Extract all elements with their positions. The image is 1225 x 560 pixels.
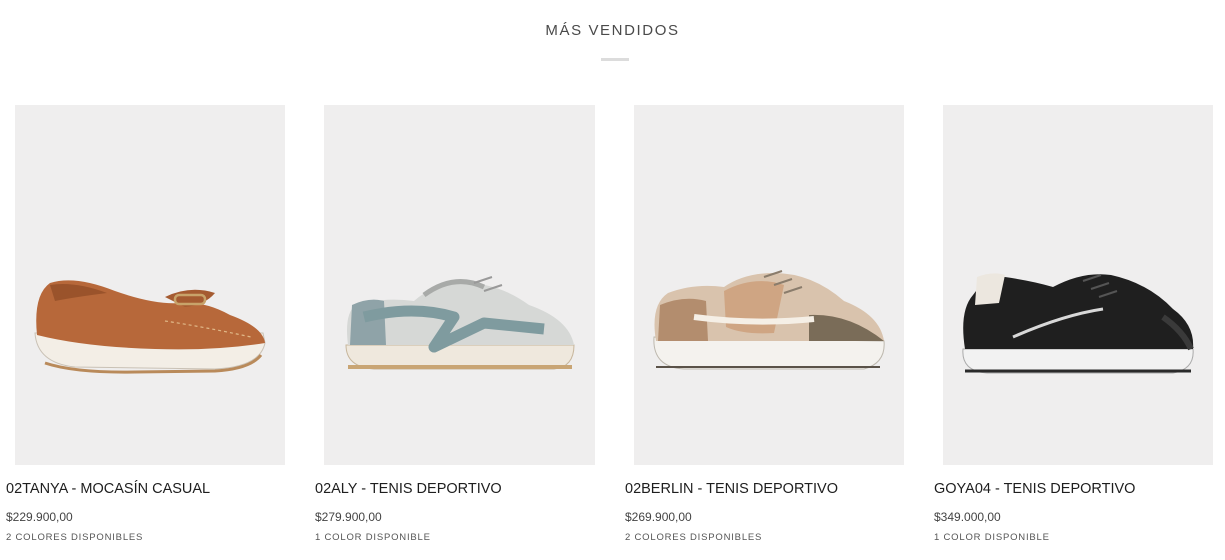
product-colors-available: 2 COLORES DISPONIBLES [625,532,763,543]
product-grid: 02TANYA - MOCASÍN CASUAL $229.900,00 2 C… [0,0,1225,560]
product-image-aly[interactable] [324,105,595,465]
product-card-tanya[interactable]: 02TANYA - MOCASÍN CASUAL $229.900,00 2 C… [6,105,296,560]
product-price: $349.000,00 [934,510,1001,524]
product-price: $269.900,00 [625,510,692,524]
sneaker-shoe-image [345,276,575,370]
product-price: $279.900,00 [315,510,382,524]
product-colors-available: 1 COLOR DISPONIBLE [315,532,431,543]
product-image-tanya[interactable] [15,105,285,465]
loafer-shoe-image [34,280,266,374]
product-name[interactable]: 02BERLIN - TENIS DEPORTIVO [625,481,838,497]
product-image-berlin[interactable] [634,105,904,465]
product-image-goya[interactable] [943,105,1213,465]
product-card-berlin[interactable]: 02BERLIN - TENIS DEPORTIVO $269.900,00 2… [625,105,915,560]
product-colors-available: 2 COLORES DISPONIBLES [6,532,144,543]
product-name[interactable]: 02ALY - TENIS DEPORTIVO [315,481,502,497]
product-card-goya[interactable]: GOYA04 - TENIS DEPORTIVO $349.000,00 1 C… [934,105,1224,560]
sneaker-shoe-image [653,270,885,370]
product-price: $229.900,00 [6,510,73,524]
sneaker-shoe-image [962,273,1194,374]
product-card-aly[interactable]: 02ALY - TENIS DEPORTIVO $279.900,00 1 CO… [315,105,605,560]
product-name[interactable]: GOYA04 - TENIS DEPORTIVO [934,481,1135,497]
product-colors-available: 1 COLOR DISPONIBLE [934,532,1050,543]
product-name[interactable]: 02TANYA - MOCASÍN CASUAL [6,481,210,497]
